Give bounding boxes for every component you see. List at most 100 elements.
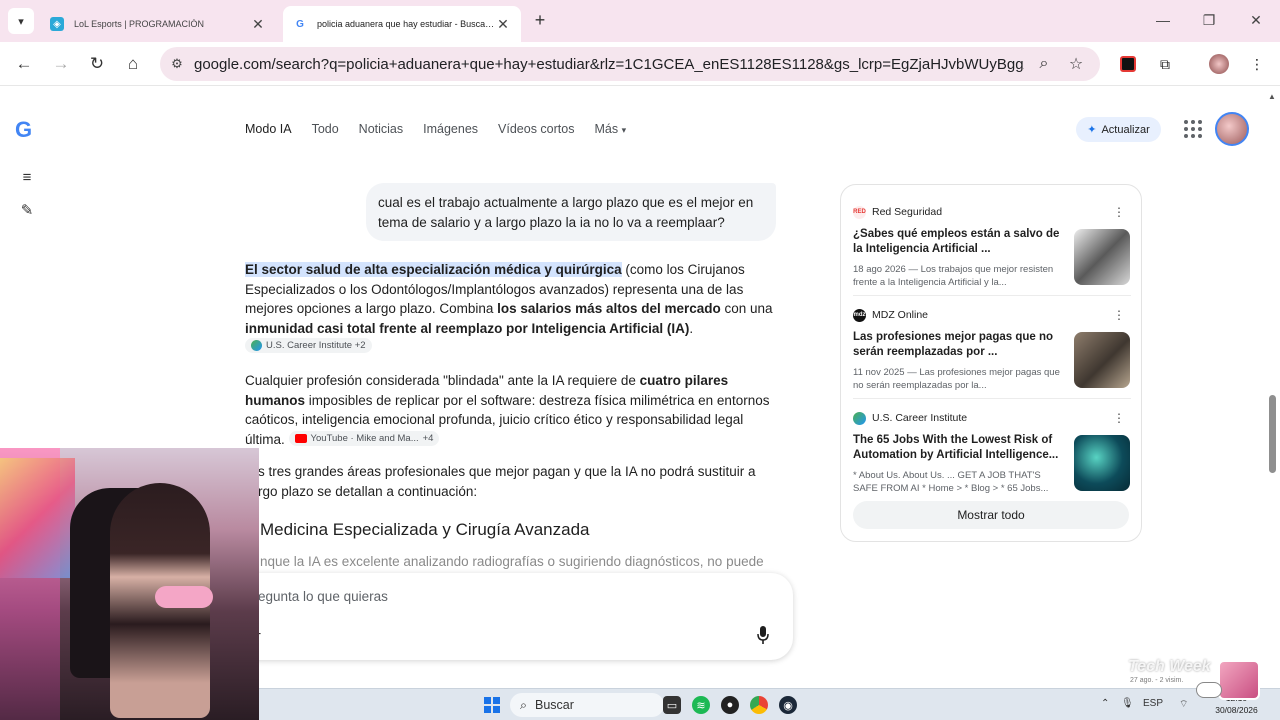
url-text[interactable]: google.com/search?q=policia+aduanera+que… bbox=[194, 56, 1024, 73]
zoom-icon[interactable]: ⌕ bbox=[1034, 54, 1054, 74]
source-thumbnail[interactable] bbox=[1074, 435, 1130, 491]
answer-bold: los salarios más altos del mercado bbox=[497, 301, 721, 317]
close-tab-icon[interactable]: ✕ bbox=[495, 16, 511, 32]
extension-icon[interactable] bbox=[1118, 54, 1138, 74]
divider bbox=[853, 295, 1131, 296]
show-all-button[interactable]: Mostrar todo bbox=[853, 501, 1129, 529]
close-tab-icon[interactable]: ✕ bbox=[250, 16, 266, 32]
source-site: Red Seguridad bbox=[872, 206, 943, 218]
source-chip-count: +4 bbox=[422, 432, 434, 444]
more-options-icon[interactable]: ⋮ bbox=[1113, 308, 1125, 322]
source-chip-label: YouTube · Mike and Ma... bbox=[310, 432, 419, 444]
tab-search-button[interactable]: ▾ bbox=[8, 8, 34, 34]
source-card[interactable]: RED Red Seguridad ⋮ ¿Sabes qué empleos es… bbox=[853, 205, 1131, 289]
source-thumbnail[interactable] bbox=[1074, 332, 1130, 388]
source-chip[interactable]: YouTube · Mike and Ma... +4 bbox=[288, 430, 440, 446]
upgrade-label: Actualizar bbox=[1101, 123, 1150, 136]
tab-modo-ia[interactable]: Modo IA bbox=[245, 122, 292, 136]
gamepad-icon bbox=[1196, 682, 1222, 698]
wifi-icon[interactable]: ⌔ bbox=[1179, 698, 1188, 711]
tab-todo[interactable]: Todo bbox=[312, 122, 339, 136]
source-title[interactable]: Las profesiones mejor pagas que no serán… bbox=[853, 330, 1061, 360]
tab-title: policia aduanera que hay estudiar - Busc… bbox=[317, 19, 495, 29]
sources-panel: RED Red Seguridad ⋮ ¿Sabes qué empleos es… bbox=[840, 184, 1142, 542]
source-card[interactable]: mdz MDZ Online ⋮ Las profesiones mejor pa… bbox=[853, 308, 1131, 392]
source-card[interactable]: U.S. Career Institute ⋮ The 65 Jobs With… bbox=[853, 411, 1131, 495]
app-icon[interactable]: ● bbox=[721, 696, 739, 714]
tab-title: LoL Esports | PROGRAMACIÓN bbox=[74, 19, 205, 29]
career-institute-icon bbox=[251, 340, 262, 352]
new-tab-button[interactable]: + bbox=[530, 10, 550, 30]
tune-icon[interactable]: ⚙ bbox=[160, 56, 194, 72]
ask-input[interactable]: egunta lo que quieras bbox=[258, 589, 388, 604]
back-arrow-icon[interactable]: ← bbox=[12, 52, 36, 76]
forward-arrow-icon[interactable]: → bbox=[49, 52, 73, 76]
steam-icon[interactable]: ◉ bbox=[779, 696, 797, 714]
search-tabs: Modo IA Todo Noticias Imágenes Vídeos co… bbox=[245, 122, 646, 136]
taskbar: ⌕ Buscar ▭ ≋ ● ◉ ⌃ 🎙 ESP ⌔ 12:10 30/08/2… bbox=[259, 688, 1280, 720]
upgrade-button[interactable]: ✦ Actualizar bbox=[1076, 117, 1161, 142]
answer-text: con una bbox=[720, 301, 773, 317]
answer-paragraph-2: Cualquier profesión considerada "blindad… bbox=[245, 371, 775, 449]
taskbar-search-label: Buscar bbox=[535, 698, 574, 712]
ask-box[interactable]: egunta lo que quieras + bbox=[236, 573, 793, 660]
windows-start-icon[interactable] bbox=[484, 697, 500, 713]
source-title[interactable]: The 65 Jobs With the Lowest Risk of Auto… bbox=[853, 433, 1061, 463]
watermark-subtitle: 27 ago. - 2 visim. bbox=[1130, 677, 1184, 684]
puzzle-icon[interactable]: ⧉ bbox=[1155, 54, 1175, 74]
user-query-bubble: cual es el trabajo actualmente a largo p… bbox=[366, 183, 776, 241]
profile-avatar[interactable] bbox=[1209, 54, 1229, 74]
source-snippet: 18 ago 2026 — Los trabajos que mejor res… bbox=[853, 264, 1054, 288]
mic-tray-icon[interactable]: 🎙 bbox=[1121, 698, 1134, 709]
task-view-icon[interactable]: ▭ bbox=[663, 696, 681, 714]
restore-icon[interactable]: ❐ bbox=[1199, 10, 1219, 30]
caret-down-icon: ▾ bbox=[621, 125, 627, 135]
source-title[interactable]: ¿Sabes qué empleos están a salvo de la I… bbox=[853, 227, 1061, 257]
answer-text: . bbox=[689, 320, 694, 336]
mic-icon[interactable] bbox=[754, 625, 772, 645]
scrollbar[interactable] bbox=[1266, 88, 1280, 688]
google-logo[interactable]: G bbox=[15, 117, 32, 143]
source-site: U.S. Career Institute bbox=[872, 412, 968, 424]
scroll-up-icon[interactable]: ▲ bbox=[1268, 92, 1276, 101]
tab-lol-esports[interactable]: ◈ LoL Esports | PROGRAMACIÓN ✕ bbox=[40, 6, 276, 42]
address-bar[interactable]: ⚙ google.com/search?q=policia+aduanera+q… bbox=[160, 47, 1100, 81]
account-avatar[interactable] bbox=[1215, 112, 1249, 146]
tab-imagenes[interactable]: Imágenes bbox=[423, 122, 478, 136]
answer-heading: Medicina Especializada y Cirugía Avanzad… bbox=[260, 520, 590, 539]
source-snippet: 11 nov 2025 — Las profesiones mejor paga… bbox=[853, 367, 1060, 391]
answer-bold: inmunidad casi total frente al reemplazo… bbox=[245, 320, 690, 336]
chrome-icon[interactable] bbox=[750, 696, 768, 714]
edit-icon[interactable]: ✎ bbox=[17, 200, 37, 220]
source-site: MDZ Online bbox=[872, 309, 929, 321]
tab-mas-label: Más bbox=[594, 122, 619, 136]
source-thumbnail[interactable] bbox=[1074, 229, 1130, 285]
more-options-icon[interactable]: ⋮ bbox=[1113, 411, 1125, 425]
spotify-icon[interactable]: ≋ bbox=[692, 696, 710, 714]
apps-grid-icon[interactable] bbox=[1184, 120, 1202, 138]
reload-icon[interactable]: ↻ bbox=[85, 52, 109, 76]
scrollbar-thumb[interactable] bbox=[1269, 395, 1276, 473]
tab-videos-cortos[interactable]: Vídeos cortos bbox=[498, 122, 574, 136]
sparkle-icon: ✦ bbox=[1087, 124, 1097, 136]
home-icon[interactable]: ⌂ bbox=[121, 52, 145, 76]
star-icon[interactable]: ☆ bbox=[1066, 54, 1086, 74]
divider bbox=[853, 398, 1131, 399]
menu-icon[interactable]: ≡ bbox=[17, 167, 37, 187]
tab-noticias[interactable]: Noticias bbox=[359, 122, 403, 136]
minimize-icon[interactable]: — bbox=[1153, 10, 1173, 30]
source-chip[interactable]: U.S. Career Institute +2 bbox=[245, 338, 372, 354]
tab-mas[interactable]: Más ▾ bbox=[594, 122, 626, 136]
clock-date: 30/08/2026 bbox=[1215, 705, 1258, 715]
close-window-icon[interactable]: ✕ bbox=[1246, 10, 1266, 30]
more-options-icon[interactable]: ⋮ bbox=[1113, 205, 1125, 219]
red-seguridad-icon: RED bbox=[853, 205, 866, 219]
kebab-menu-icon[interactable]: ⋮ bbox=[1247, 54, 1267, 74]
tray-chevron-icon[interactable]: ⌃ bbox=[1101, 698, 1109, 709]
answer-text: rgo plazo se detallan a continuación: bbox=[258, 483, 478, 499]
taskbar-search[interactable]: ⌕ Buscar bbox=[510, 693, 664, 717]
tab-google-search[interactable]: G policia aduanera que hay estudiar - Bu… bbox=[283, 6, 521, 42]
answer-faded-text: nque la IA es excelente analizando radio… bbox=[260, 554, 764, 569]
career-institute-icon bbox=[853, 411, 866, 425]
language-indicator[interactable]: ESP bbox=[1143, 698, 1163, 709]
